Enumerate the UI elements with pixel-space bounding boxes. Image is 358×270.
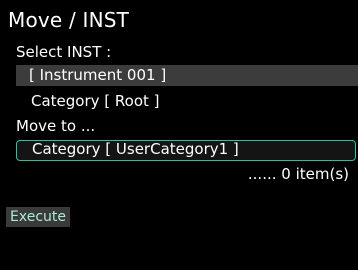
move-inst-screen: Move / INST Select INST : [ Instrument 0… — [0, 0, 358, 270]
selected-instrument[interactable]: [ Instrument 001 ] — [29, 65, 166, 85]
select-inst-label: Select INST : — [16, 43, 112, 61]
source-category[interactable]: Category [ Root ] — [31, 91, 160, 111]
move-to-label: Move to ... — [16, 117, 96, 135]
destination-category[interactable]: Category [ UserCategory1 ] — [32, 139, 239, 159]
execute-button[interactable]: Execute — [6, 207, 70, 227]
page-title: Move / INST — [8, 8, 130, 32]
item-count: ...... 0 item(s) — [247, 165, 349, 183]
